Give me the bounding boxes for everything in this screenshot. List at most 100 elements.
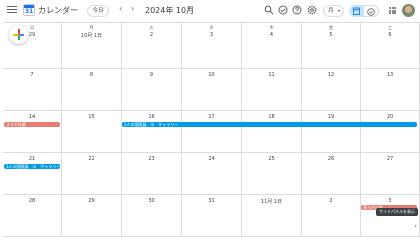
day-number[interactable]: 13 xyxy=(361,72,419,78)
logo-date: 31 xyxy=(24,8,34,15)
side-panel-tooltip: サイドパネルを表示 xyxy=(376,208,418,216)
day-number[interactable]: 30 xyxy=(122,198,181,204)
day-cell[interactable]: 30 xyxy=(122,195,182,237)
calendar-view-toggle[interactable] xyxy=(349,5,364,17)
day-number[interactable]: 2 xyxy=(302,198,360,204)
apps-grid-icon[interactable] xyxy=(389,7,396,14)
create-event-button[interactable] xyxy=(9,25,28,44)
day-cell[interactable]: 22 xyxy=(62,153,122,195)
day-cell[interactable]: 11 xyxy=(242,69,302,111)
day-number[interactable]: 2 xyxy=(122,32,181,38)
day-cell[interactable]: 10 xyxy=(182,69,242,111)
view-selector-label: 月 xyxy=(328,8,334,14)
help-icon[interactable] xyxy=(292,5,302,15)
app-title: カレンダー xyxy=(38,6,78,15)
day-cell[interactable]: 25 xyxy=(242,153,302,195)
month-dropdown-icon[interactable]: ▾ xyxy=(188,6,191,12)
day-number[interactable]: 4 xyxy=(242,32,301,38)
day-cell[interactable]: 水3 xyxy=(182,23,242,69)
day-number[interactable]: 29 xyxy=(62,198,121,204)
day-number[interactable]: 16 xyxy=(122,114,181,120)
day-cell[interactable]: 金5 xyxy=(302,23,361,69)
day-number[interactable]: 25 xyxy=(242,156,301,162)
month-grid: 日 29 月 10月 1日火 2 水 3 木 4 金 5 土 6 7 8 9 10 11 12 13 14 15 16 17 1… xyxy=(3,22,420,237)
day-number[interactable]: 17 xyxy=(182,114,241,120)
current-month-title[interactable]: 2024年 10月 xyxy=(145,5,194,16)
day-number[interactable]: 31 xyxy=(182,198,241,204)
day-cell[interactable]: 14 xyxy=(3,111,62,153)
day-number[interactable]: 3 xyxy=(182,32,241,38)
day-cell[interactable]: 24 xyxy=(182,153,242,195)
today-button[interactable]: 今日 xyxy=(87,5,109,17)
day-cell[interactable]: 13 xyxy=(361,69,420,111)
side-panel-toggle-button[interactable]: ‹ xyxy=(411,222,420,231)
day-cell[interactable]: 23 xyxy=(122,153,182,195)
day-number[interactable]: 9 xyxy=(122,72,181,78)
event-chip[interactable]: スマホ作業 xyxy=(4,122,60,127)
tasks-check-icon xyxy=(367,8,375,16)
day-cell[interactable]: 9 xyxy=(122,69,182,111)
weekday-label: 火 xyxy=(149,26,154,31)
day-number[interactable]: 10月 1日 xyxy=(62,32,121,39)
day-number[interactable]: 22 xyxy=(62,156,121,162)
day-number[interactable]: 24 xyxy=(182,156,241,162)
calendar-icon xyxy=(353,7,360,15)
account-avatar[interactable] xyxy=(402,4,415,17)
day-number[interactable]: 15 xyxy=(62,114,121,120)
next-month-button[interactable]: › xyxy=(131,4,134,13)
day-cell[interactable]: 7 xyxy=(3,69,62,111)
tasks-view-toggle[interactable] xyxy=(364,5,379,17)
day-cell[interactable]: 12 xyxy=(302,69,361,111)
day-number[interactable]: 18 xyxy=(242,114,301,120)
day-number[interactable]: 26 xyxy=(302,156,360,162)
day-cell[interactable]: 26 xyxy=(302,153,361,195)
day-number[interactable]: 14 xyxy=(3,114,61,120)
day-number[interactable]: 12 xyxy=(302,72,360,78)
day-cell[interactable]: 木4 xyxy=(242,23,302,69)
day-number[interactable]: 8 xyxy=(62,72,121,78)
day-cell[interactable]: 19 xyxy=(302,111,361,153)
day-cell[interactable]: 土6 xyxy=(361,23,420,69)
day-number[interactable]: 20 xyxy=(361,114,419,120)
day-number[interactable]: 10 xyxy=(182,72,241,78)
day-number[interactable]: 27 xyxy=(361,156,419,162)
day-cell[interactable]: 21 xyxy=(3,153,62,195)
day-number[interactable]: 28 xyxy=(3,198,61,204)
offline-status-icon[interactable] xyxy=(278,5,288,15)
previous-month-button[interactable]: ‹ xyxy=(119,4,122,13)
event-chip[interactable]: 3人の国際展 in ギャラリー xyxy=(4,164,60,169)
day-number[interactable]: 11月 1日 xyxy=(242,198,301,205)
day-number[interactable]: 5 xyxy=(302,32,360,38)
day-cell[interactable]: 20 xyxy=(361,111,420,153)
day-cell[interactable]: 11月 1日 xyxy=(242,195,302,237)
day-cell[interactable]: 27 xyxy=(361,153,420,195)
day-cell[interactable]: 29 xyxy=(62,195,122,237)
day-cell[interactable]: 16 xyxy=(122,111,182,153)
day-number[interactable]: 23 xyxy=(122,156,181,162)
view-selector[interactable]: 月 ▾ xyxy=(323,5,344,17)
day-number[interactable]: 3 xyxy=(361,198,419,204)
day-cell[interactable]: 火2 xyxy=(122,23,182,69)
day-cell[interactable]: 8 xyxy=(62,69,122,111)
calendar-logo-icon[interactable]: 31 xyxy=(23,4,35,16)
day-cell[interactable]: 18 xyxy=(242,111,302,153)
day-cell[interactable]: 月 10月 1日 xyxy=(62,23,122,69)
day-cell[interactable]: 17 xyxy=(182,111,242,153)
day-number[interactable]: 6 xyxy=(361,32,419,38)
main-menu-icon[interactable] xyxy=(7,6,17,14)
day-cell[interactable]: 2 xyxy=(302,195,361,237)
day-number[interactable]: 21 xyxy=(3,156,61,162)
search-icon[interactable] xyxy=(264,5,274,15)
day-cell[interactable]: 31 xyxy=(182,195,242,237)
day-cell[interactable]: 28 xyxy=(3,195,62,237)
day-number[interactable]: 19 xyxy=(302,114,360,120)
day-number[interactable]: 11 xyxy=(242,72,301,78)
weekday-label: 水 xyxy=(209,26,214,31)
day-number[interactable]: 7 xyxy=(3,72,61,78)
weekday-label: 土 xyxy=(387,26,393,31)
top-app-bar: 31 カレンダー 今日 ‹ › 2024年 10月 ▾ 月 ▾ xyxy=(0,0,420,22)
day-cell[interactable]: 15 xyxy=(62,111,122,153)
event-chip[interactable]: 3人の国際展 in ギャラリー xyxy=(122,122,417,127)
weekday-label: 木 xyxy=(269,26,274,31)
gear-icon[interactable] xyxy=(307,5,317,15)
